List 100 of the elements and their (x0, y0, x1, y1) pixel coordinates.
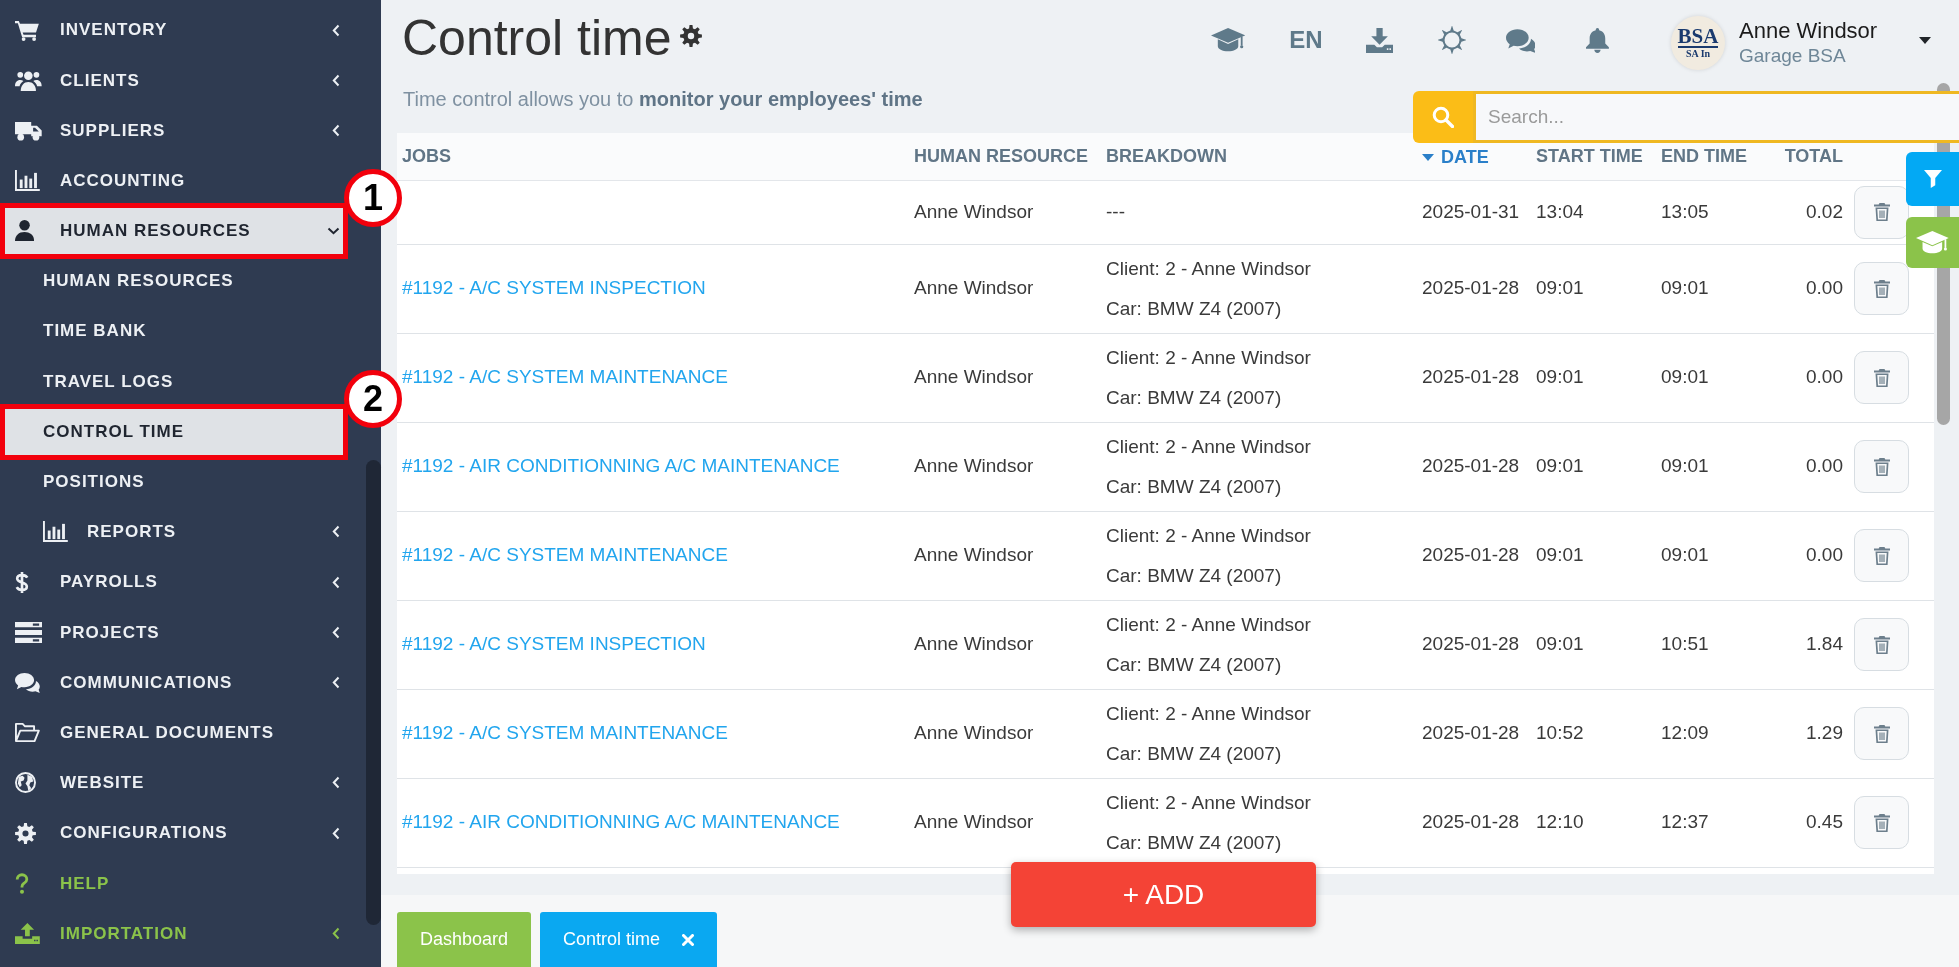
breakdown-text: Client: 2 - Anne Windsor (1106, 523, 1312, 548)
job-link[interactable]: #1192 - AIR CONDITIONNING A/C MAINTENANCE (402, 811, 840, 833)
question-icon (15, 872, 29, 894)
date-text: 2025-01-31 (1422, 200, 1520, 222)
dollar-icon (15, 571, 29, 593)
job-link[interactable]: #1192 - A/C SYSTEM MAINTENANCE (402, 722, 728, 744)
end-time: 10:51 (1661, 633, 1709, 655)
job-link[interactable]: #1192 - A/C SYSTEM INSPECTION (402, 277, 706, 299)
breakdown-text: Client: 2 - Anne Windsor (1106, 701, 1312, 726)
column-header[interactable]: JOBS (402, 142, 452, 170)
breakdown-text: Client: 2 - Anne Windsor (1106, 790, 1312, 815)
download-icon[interactable] (1365, 27, 1393, 53)
sidebar-item[interactable]: HELP (0, 858, 344, 909)
graduation-cap-button[interactable] (1906, 217, 1959, 268)
breakdown-text: Client: 2 - Anne Windsor (1106, 256, 1312, 281)
sun-icon[interactable] (1437, 26, 1466, 54)
job-link[interactable]: #1192 - A/C SYSTEM MAINTENANCE (402, 544, 728, 566)
sidebar-item[interactable]: INVENTORY (0, 5, 344, 56)
end-time: 09:01 (1661, 366, 1709, 388)
chevron-left-icon[interactable] (332, 926, 340, 940)
breakdown-text: Client: 2 - Anne Windsor (1106, 612, 1312, 637)
sidebar-item[interactable]: COMMUNICATIONS (0, 657, 344, 708)
start-time: 10:52 (1536, 722, 1584, 744)
trash-icon (1873, 457, 1890, 476)
breakdown-text: Car: BMW Z4 (2007) (1106, 830, 1283, 855)
sidebar-item[interactable]: PAYROLLS (0, 557, 344, 608)
breakdown-text: Car: BMW Z4 (2007) (1106, 385, 1283, 410)
upload-icon (15, 922, 40, 944)
page-subtitle: Time control allows you to monitor your employees' time (403, 87, 923, 111)
add-button[interactable]: + ADD (1011, 862, 1316, 927)
start-time: 12:10 (1536, 811, 1584, 833)
chevron-down-icon[interactable] (327, 226, 340, 235)
language-button[interactable]: EN (1289, 26, 1323, 54)
sidebar-item[interactable]: WEBSITE (0, 757, 344, 808)
trash-icon (1873, 724, 1890, 743)
graduation-cap-icon[interactable] (1211, 27, 1246, 53)
bell-icon[interactable] (1586, 27, 1609, 53)
cart-icon (15, 19, 40, 41)
delete-button[interactable] (1854, 440, 1909, 493)
scrollbar-thumb[interactable] (366, 460, 381, 925)
sidebar-item[interactable]: IMPORTATION (0, 908, 344, 959)
end-time: 12:09 (1661, 722, 1709, 744)
sidebar-item[interactable]: HUMAN RESOURCES (0, 255, 344, 307)
start-time: 09:01 (1536, 277, 1584, 299)
delete-button[interactable] (1854, 529, 1909, 582)
breakdown-text: Client: 2 - Anne Windsor (1106, 345, 1312, 370)
sidebar-item[interactable]: CONFIGURATIONS (0, 808, 344, 859)
sidebar-item[interactable]: TIME BANK (0, 306, 344, 357)
sidebar-item[interactable]: GENERAL DOCUMENTS (0, 707, 344, 758)
delete-button[interactable] (1854, 351, 1909, 404)
company-name: Garage BSA (1739, 44, 1847, 68)
delete-button[interactable] (1854, 262, 1909, 315)
comments-icon[interactable] (1505, 27, 1536, 53)
sidebar-item[interactable]: ACCOUNTING (0, 155, 344, 206)
gear-icon (15, 822, 36, 844)
breakdown-text: Car: BMW Z4 (2007) (1106, 652, 1283, 677)
gear-icon[interactable] (679, 25, 702, 47)
caret-down-icon (1422, 153, 1434, 161)
date-text: 2025-01-28 (1422, 366, 1520, 388)
filter-button[interactable] (1906, 152, 1959, 206)
date-text: 2025-01-28 (1422, 811, 1520, 833)
employee-name: Anne Windsor (914, 200, 1034, 222)
trash-icon (1873, 813, 1890, 832)
sidebar-item[interactable]: SUPPLIERS (0, 105, 344, 156)
start-time: 09:01 (1536, 544, 1584, 566)
delete-button[interactable] (1854, 618, 1909, 671)
breakdown-text: Client: 2 - Anne Windsor (1106, 434, 1312, 459)
date-text: 2025-01-28 (1422, 722, 1520, 744)
delete-button[interactable] (1854, 185, 1909, 239)
search-field[interactable]: Search... (1473, 91, 1959, 143)
trash-icon (1873, 635, 1890, 654)
caret-down-icon[interactable] (1919, 36, 1931, 44)
company-logo[interactable]: BSA SA In (1671, 16, 1725, 70)
trash-icon (1873, 203, 1890, 221)
sidebar-item[interactable]: TRAVEL LOGS (0, 356, 344, 407)
folder-icon (15, 722, 40, 744)
date-text: 2025-01-28 (1422, 277, 1520, 299)
date-text: 2025-01-28 (1422, 455, 1520, 477)
job-link[interactable]: #1192 - A/C SYSTEM INSPECTION (402, 633, 706, 655)
logo-subtext: SA In (1685, 48, 1711, 60)
breakdown-text: Car: BMW Z4 (2007) (1106, 741, 1283, 766)
bar-chart-icon (15, 170, 40, 192)
sidebar-item[interactable]: PROJECTS (0, 607, 344, 658)
date-text: 2025-01-28 (1422, 544, 1520, 566)
employee-name: Anne Windsor (914, 811, 1034, 833)
sidebar-item[interactable]: REPORTS (0, 506, 344, 558)
sidebar-item[interactable]: POSITIONS (0, 456, 344, 507)
total-hours: 0.02 (1806, 200, 1843, 222)
employee-name: Anne Windsor (914, 633, 1034, 655)
close-icon[interactable] (682, 933, 695, 946)
total-hours: 1.84 (1806, 633, 1843, 655)
end-time: 12:37 (1661, 811, 1709, 833)
trash-icon (1873, 368, 1890, 387)
delete-button[interactable] (1854, 707, 1909, 760)
job-link[interactable]: #1192 - AIR CONDITIONNING A/C MAINTENANCE (402, 455, 840, 477)
total-hours: 0.00 (1806, 455, 1843, 477)
sidebar-item[interactable]: CLIENTS (0, 55, 344, 106)
delete-button[interactable] (1854, 796, 1909, 849)
user-name: Anne Windsor (1739, 18, 1879, 44)
job-link[interactable]: #1192 - A/C SYSTEM MAINTENANCE (402, 366, 728, 388)
